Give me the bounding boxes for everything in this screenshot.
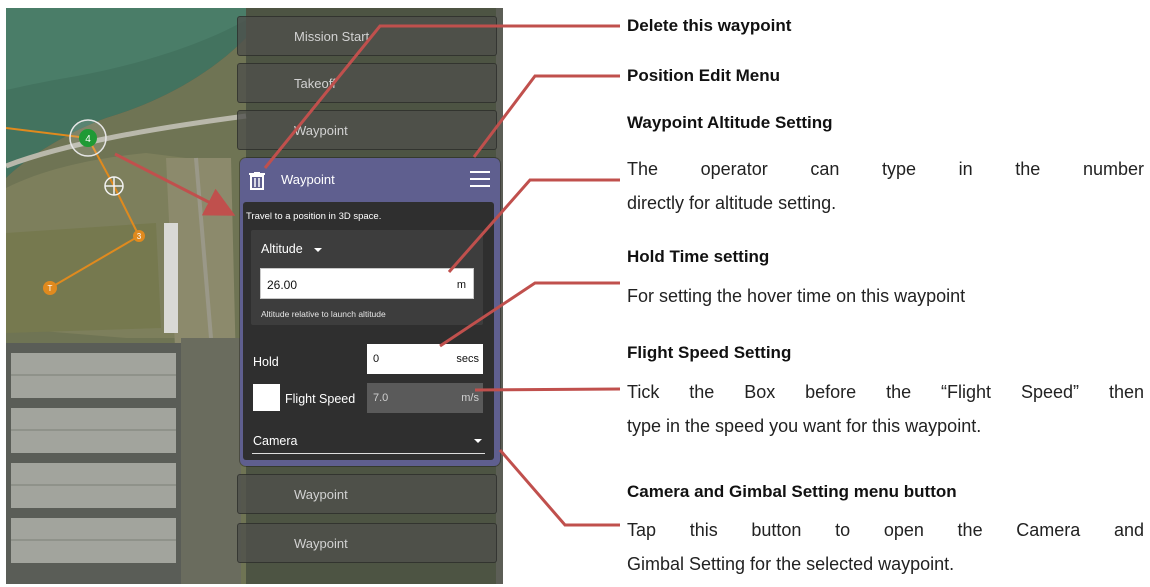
callout-altitude-body-1: The operator can type in the number — [627, 159, 1144, 179]
callout-speed-body-1: Tick the Box before the “Flight Speed” t… — [627, 382, 1144, 402]
callout-camera-body-2: Gimbal Setting for the selected waypoint… — [627, 554, 955, 574]
callout-position-title: Position Edit Menu — [627, 66, 780, 85]
callout-speed-body-2: type in the speed you want for this wayp… — [627, 416, 982, 436]
callout-altitude-body-2: directly for altitude setting. — [627, 193, 837, 213]
callout-speed-title: Flight Speed Setting — [627, 343, 792, 362]
callout-altitude-title: Waypoint Altitude Setting — [627, 113, 833, 132]
callout-camera-title: Camera and Gimbal Setting menu button — [627, 482, 957, 501]
callout-camera-body-1: Tap this button to open the Camera and — [627, 520, 1144, 540]
callout-hold-body: For setting the hover time on this waypo… — [627, 286, 966, 306]
callout-delete-title: Delete this waypoint — [627, 16, 792, 35]
callout-hold-title: Hold Time setting — [627, 247, 770, 266]
